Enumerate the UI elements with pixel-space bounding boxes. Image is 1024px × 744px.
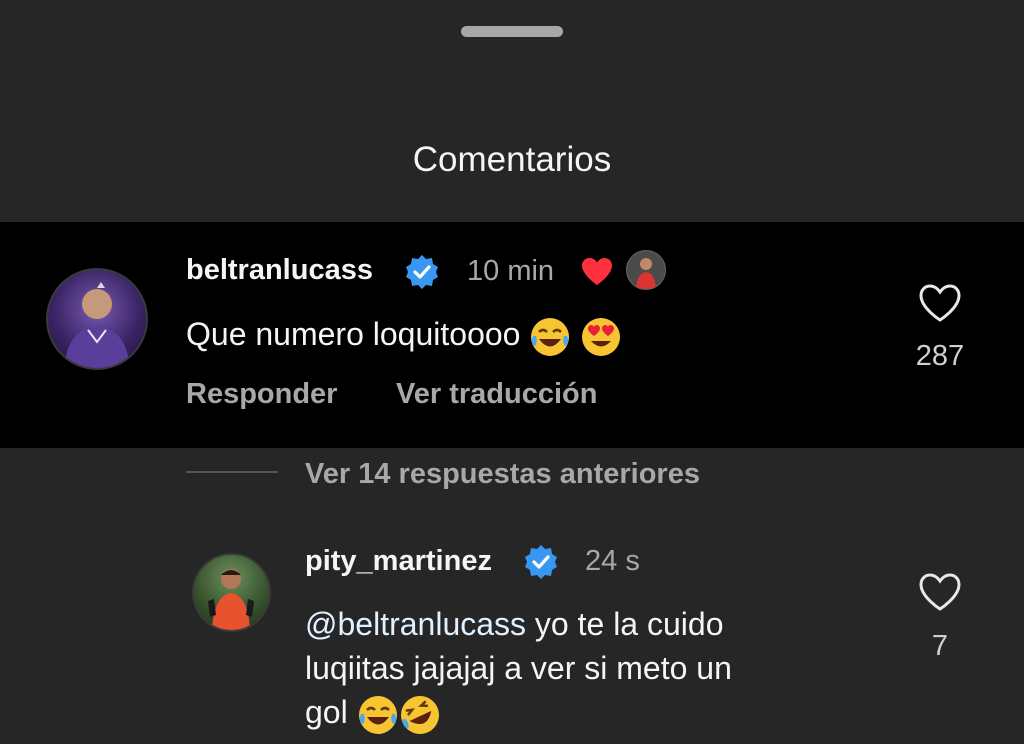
reply-text-line-1: @beltranlucass yo te la cuido (305, 602, 885, 646)
rolling-on-floor-laughing-emoji-icon (400, 695, 439, 734)
see-translation-button[interactable]: Ver traducción (396, 378, 597, 411)
avatar[interactable] (192, 553, 271, 632)
reply-text-segment: yo te la cuido (526, 606, 724, 642)
author-avatar-small (626, 250, 666, 290)
view-previous-replies-button[interactable]: Ver 14 respuestas anteriores (305, 458, 700, 491)
comment-timestamp: 10 min (467, 255, 555, 287)
replies-divider (186, 471, 278, 473)
reply-timestamp: 24 s (585, 545, 640, 577)
verified-badge-icon (525, 545, 557, 579)
author-avatar-image (636, 258, 656, 289)
like-count: 7 (931, 630, 949, 662)
heart-eyes-emoji-icon (582, 317, 621, 356)
avatar[interactable] (46, 268, 148, 370)
drag-handle[interactable] (461, 26, 563, 37)
reply-text-segment: gol (305, 694, 348, 730)
reply-text-line-2: luqiitas jajajaj a ver si meto un (305, 650, 732, 686)
like-count: 287 (915, 340, 965, 372)
avatar-image (208, 569, 254, 630)
sheet-title: Comentarios (412, 140, 612, 179)
comment-text-content: Que numero loquitoooo (186, 316, 521, 352)
tears-of-joy-emoji-icon (358, 695, 397, 734)
like-heart-icon[interactable] (918, 572, 962, 612)
reply-text-line-3: gol (305, 690, 885, 736)
tears-of-joy-emoji-icon (531, 317, 570, 356)
avatar-image (64, 282, 130, 368)
reply-username[interactable]: pity_martinez (305, 545, 492, 578)
like-heart-icon[interactable] (918, 283, 962, 323)
reply-text: @beltranlucass yo te la cuido luqiitas j… (305, 602, 885, 736)
comment-username[interactable]: beltranlucass (186, 254, 373, 287)
author-liked-heart-icon (582, 258, 612, 285)
reply-button[interactable]: Responder (186, 378, 337, 411)
comment-text: Que numero loquitoooo (186, 312, 622, 358)
mention-link[interactable]: @beltranlucass (305, 606, 526, 642)
verified-badge-icon (406, 255, 438, 289)
